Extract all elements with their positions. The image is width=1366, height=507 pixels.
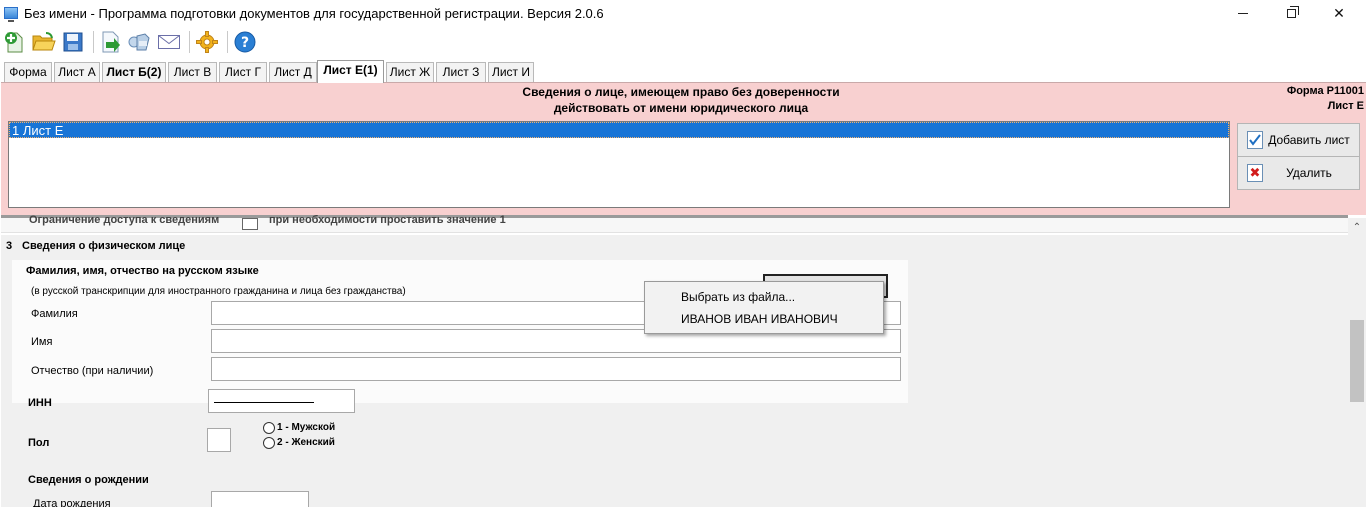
patronymic-field[interactable]	[211, 357, 901, 381]
gender-female-radio[interactable]	[263, 437, 275, 449]
birth-section-title: Сведения о рождении	[28, 474, 149, 486]
scrollbar-thumb[interactable]	[1350, 320, 1364, 402]
new-document-icon	[5, 32, 23, 53]
access-restriction-label: Ограничение доступа к сведениям	[29, 215, 220, 226]
export-icon	[102, 31, 120, 53]
email-icon	[158, 35, 180, 49]
access-restriction-row: Ограничение доступа к сведениям при необ…	[1, 215, 1348, 233]
save-button[interactable]	[60, 29, 86, 55]
sheet-list[interactable]: 1 Лист Е	[8, 121, 1230, 208]
tab-list-b[interactable]: Лист Б(2)	[102, 62, 166, 82]
tab-list-v[interactable]: Лист В	[168, 62, 217, 82]
restore-button[interactable]	[1268, 0, 1314, 26]
save-icon	[63, 32, 83, 52]
title-bar: Без имени - Программа подготовки докумен…	[0, 0, 1366, 26]
open-folder-icon	[32, 32, 56, 51]
add-sheet-icon	[1247, 131, 1263, 149]
history-popup-menu: Выбрать из файла... ИВАНОВ ИВАН ИВАНОВИЧ	[644, 281, 884, 334]
app-monitor-icon	[4, 7, 18, 22]
section-title: Сведения о физическом лице	[22, 240, 186, 252]
gender-female-label: 2 - Женский	[277, 437, 335, 448]
toolbar-separator	[93, 31, 94, 53]
tab-list-d[interactable]: Лист Д	[269, 62, 317, 82]
sheet-tabs: Форма Лист А Лист Б(2) Лист В Лист Г Лис…	[0, 60, 1366, 83]
tab-list-a[interactable]: Лист А	[54, 62, 100, 82]
form-code: Форма Р11001	[1286, 85, 1364, 97]
access-restriction-field[interactable]	[242, 218, 258, 230]
minimize-button[interactable]	[1220, 0, 1266, 26]
help-glyph: ?	[241, 35, 249, 51]
new-document-button[interactable]	[2, 29, 28, 55]
page-title-line1: Сведения о лице, имеющем право без довер…	[522, 85, 840, 99]
help-icon: ?	[234, 31, 256, 53]
menu-item-choose-file[interactable]: Выбрать из файла...	[681, 290, 795, 304]
window-title: Без имени - Программа подготовки докумен…	[24, 5, 604, 21]
fio-title: Фамилия, имя, отчество на русском языке	[26, 265, 259, 277]
vertical-scrollbar[interactable]: ⌃	[1348, 218, 1366, 507]
add-sheet-button[interactable]: Добавить лист	[1237, 123, 1360, 157]
close-icon: ✕	[1333, 4, 1345, 21]
delete-sheet-button[interactable]: ✖ Удалить	[1237, 156, 1360, 190]
form-area: Ограничение доступа к сведениям при необ…	[1, 215, 1348, 507]
tab-list-g[interactable]: Лист Г	[219, 62, 267, 82]
minimize-icon	[1238, 12, 1248, 14]
print-button[interactable]	[127, 29, 153, 55]
fio-note: (в русской транскрипции для иностранного…	[31, 286, 406, 297]
lastname-label: Фамилия	[31, 308, 78, 320]
inn-field[interactable]	[208, 389, 355, 413]
birth-date-field[interactable]	[211, 491, 309, 507]
add-sheet-label: Добавить лист	[1268, 133, 1350, 147]
section-number: 3	[6, 240, 13, 252]
sheet-header-panel: Сведения о лице, имеющем право без довер…	[1, 82, 1366, 215]
settings-button[interactable]	[194, 29, 220, 55]
delete-glyph: ✖	[1249, 165, 1261, 180]
print-icon	[128, 33, 150, 51]
sheet-code: Лист Е	[1327, 100, 1364, 112]
birth-date-label: Дата рождения	[33, 498, 111, 507]
gender-male-radio[interactable]	[263, 422, 275, 434]
delete-sheet-label: Удалить	[1286, 166, 1332, 180]
export-button[interactable]	[98, 29, 124, 55]
page-title-line2: действовать от имени юридического лица	[553, 101, 809, 115]
tab-list-zh[interactable]: Лист Ж	[386, 62, 434, 82]
restore-icon	[1286, 5, 1299, 18]
list-item[interactable]: 1 Лист Е	[9, 122, 1229, 138]
gender-label: Пол	[28, 437, 50, 449]
inn-underline	[214, 402, 314, 403]
help-button[interactable]: ?	[232, 29, 258, 55]
toolbar-separator	[227, 31, 228, 53]
gender-field[interactable]	[207, 428, 231, 452]
access-restriction-hint: при необходимости проставить значение 1	[269, 215, 506, 226]
toolbar: ?	[0, 26, 1366, 58]
tab-list-e[interactable]: Лист Е(1)	[317, 60, 384, 83]
email-button[interactable]	[156, 29, 182, 55]
patronymic-label: Отчество (при наличии)	[31, 365, 154, 377]
inn-label: ИНН	[28, 397, 52, 409]
tab-list-i[interactable]: Лист И	[488, 62, 534, 82]
close-button[interactable]: ✕	[1316, 0, 1362, 26]
settings-gear-icon	[196, 31, 218, 53]
delete-sheet-icon: ✖	[1247, 164, 1263, 182]
tab-list-z[interactable]: Лист З	[436, 62, 486, 82]
person-section: 3 Сведения о физическом лице Фамилия, им…	[1, 235, 1348, 507]
tab-forma[interactable]: Форма	[4, 62, 52, 82]
open-button[interactable]	[31, 29, 57, 55]
menu-item-history-entry[interactable]: ИВАНОВ ИВАН ИВАНОВИЧ	[681, 312, 838, 326]
gender-male-label: 1 - Мужской	[277, 422, 336, 433]
toolbar-separator	[189, 31, 190, 53]
scroll-up-icon[interactable]: ⌃	[1348, 218, 1366, 238]
firstname-label: Имя	[31, 336, 53, 348]
